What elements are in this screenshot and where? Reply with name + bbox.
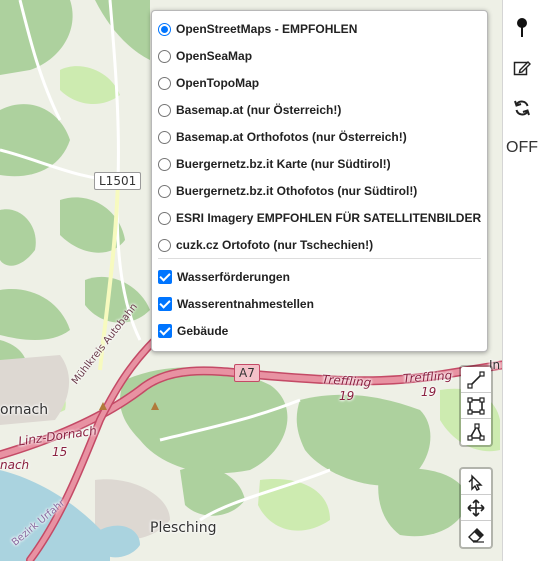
overlay-gebaeude[interactable]: Gebäude — [158, 321, 228, 341]
radio-button[interactable] — [158, 76, 171, 90]
draw-toolbar — [459, 365, 493, 447]
label-plesching: Plesching — [150, 520, 217, 536]
base-layer-osm[interactable]: OpenStreetMaps - EMPFOHLEN — [158, 19, 357, 39]
label-treffling-1-number: 19 — [339, 389, 355, 403]
radio-button[interactable] — [158, 211, 171, 225]
base-layer-label: Basemap.at Orthofotos (nur Österreich!) — [176, 130, 407, 144]
label-treffling-2-number: 19 — [421, 385, 437, 399]
right-toolbar: OFF — [502, 0, 540, 561]
label-dornach: ornach — [0, 402, 49, 418]
radio-button[interactable] — [158, 184, 171, 198]
refresh-icon[interactable] — [503, 93, 540, 123]
edit-toolbar — [459, 467, 493, 549]
base-layer-basemap-ortho[interactable]: Basemap.at Orthofotos (nur Österreich!) — [158, 127, 407, 147]
radio-button[interactable] — [158, 22, 171, 36]
radio-button[interactable] — [158, 103, 171, 117]
overlay-label: Wasserförderungen — [177, 270, 290, 284]
base-layer-label: ESRI Imagery EMPFOHLEN FÜR SATELLITENBIL… — [176, 211, 482, 225]
overlay-wasserfoerderungen[interactable]: Wasserförderungen — [158, 267, 290, 287]
rectangle-icon[interactable] — [461, 393, 491, 419]
overlay-label: Wasserentnahmestellen — [177, 297, 314, 311]
polygon-icon[interactable] — [461, 419, 491, 445]
base-layer-label: OpenTopoMap — [176, 76, 260, 90]
overlay-label: Gebäude — [177, 324, 229, 338]
base-layer-label: Basemap.at (nur Österreich!) — [176, 103, 342, 117]
base-layer-label: Buergernetz.bz.it Karte (nur Südtirol!) — [176, 157, 391, 171]
label-dornach-2: nach — [0, 458, 30, 472]
eraser-icon[interactable] — [461, 521, 491, 547]
base-layer-basemap-at[interactable]: Basemap.at (nur Österreich!) — [158, 100, 341, 120]
road-shield-a7: A7 — [234, 364, 260, 382]
radio-button[interactable] — [158, 157, 171, 171]
polyline-icon[interactable] — [461, 367, 491, 393]
base-layer-esri-imagery[interactable]: ESRI Imagery EMPFOHLEN FÜR SATELLITENBIL… — [158, 208, 481, 228]
road-shield-l1501: L1501 — [94, 172, 142, 190]
checkbox[interactable] — [158, 297, 172, 311]
radio-button[interactable] — [158, 130, 171, 144]
label-linz-dornach-number: 15 — [52, 445, 68, 459]
checkbox[interactable] — [158, 270, 172, 284]
base-layer-label: OpenStreetMaps - EMPFOHLEN — [176, 22, 358, 36]
checkbox[interactable] — [158, 324, 172, 338]
select-cursor-icon[interactable] — [461, 469, 491, 495]
base-layer-buergernetz-ortho[interactable]: Buergernetz.bz.it Othofotos (nur Südtiro… — [158, 181, 417, 201]
base-layer-buergernetz-karte[interactable]: Buergernetz.bz.it Karte (nur Südtirol!) — [158, 154, 391, 174]
base-layer-cuzk[interactable]: cuzk.cz Ortofoto (nur Tschechien!) — [158, 235, 373, 255]
base-layer-label: Buergernetz.bz.it Othofotos (nur Südtiro… — [176, 184, 418, 198]
radio-button[interactable] — [158, 49, 171, 63]
base-layer-openseamap[interactable]: OpenSeaMap — [158, 46, 252, 66]
edit-icon[interactable] — [503, 53, 540, 83]
move-icon[interactable] — [461, 495, 491, 521]
radio-button[interactable] — [158, 238, 171, 252]
base-layer-label: cuzk.cz Ortofoto (nur Tschechien!) — [176, 238, 374, 252]
overlay-wasserentnahmestellen[interactable]: Wasserentnahmestellen — [158, 294, 314, 314]
layer-switcher-panel: OpenStreetMaps - EMPFOHLEN OpenSeaMap Op… — [151, 10, 488, 352]
base-layer-label: OpenSeaMap — [176, 49, 253, 63]
base-layer-opentopomap[interactable]: OpenTopoMap — [158, 73, 259, 93]
layer-separator — [158, 258, 481, 259]
off-toggle-button[interactable]: OFF — [503, 133, 540, 163]
map-pin-icon[interactable] — [503, 13, 540, 43]
